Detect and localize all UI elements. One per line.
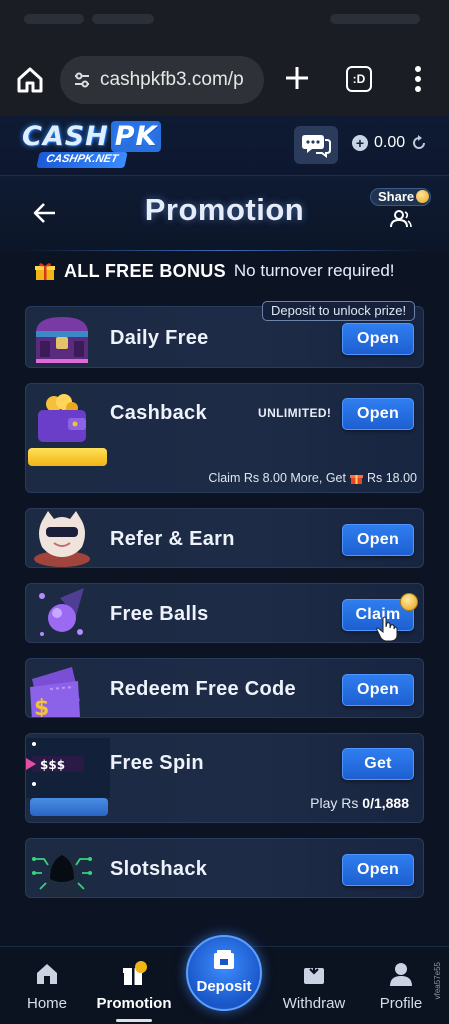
free-bonus-banner: ALL FREE BONUS No turnover required! — [24, 256, 424, 286]
new-tab-icon[interactable] — [283, 64, 311, 92]
unlimited-tag: UNLIMITED! — [258, 406, 332, 420]
play-prefix: Play Rs — [310, 795, 359, 811]
logo-accent: PK — [110, 121, 162, 152]
status-time — [24, 14, 84, 24]
card-label: Refer & Earn — [110, 528, 235, 550]
svg-text:$: $ — [34, 696, 49, 718]
promo-card-free-spin: $$$ Free Spin Get Play Rs 0/1,888 — [25, 733, 424, 823]
coin-icon — [400, 593, 418, 611]
promo-card-daily-free: Daily Free Deposit to unlock prize! Open — [25, 301, 424, 368]
side-watermark: vfea57e55 — [433, 962, 442, 1000]
free-spin-progress-bar — [30, 798, 108, 816]
progress-fill — [28, 448, 107, 466]
profile-icon — [390, 963, 412, 986]
bonus-note: No turnover required! — [233, 261, 395, 280]
promo-card-refer-earn: Refer & Earn Open — [25, 508, 424, 568]
deposit-unlock-tag: Deposit to unlock prize! — [262, 301, 416, 321]
balance-widget: + 0.00 — [352, 134, 427, 152]
free-spin-get-button[interactable]: Get — [342, 748, 414, 780]
nav-promotion[interactable]: Promotion — [94, 961, 174, 1012]
tab-switcher-button[interactable]: :D — [346, 66, 372, 92]
progress-fill — [30, 798, 108, 816]
card-label: Redeem Free Code — [110, 678, 296, 700]
home-icon[interactable] — [14, 64, 46, 96]
address-bar[interactable]: cashpkfb3.com/p — [60, 56, 264, 104]
hand-pointer-icon — [376, 616, 398, 642]
promo-card-free-balls: Free Balls Claim — [25, 583, 424, 643]
card-label: Slotshack — [110, 858, 208, 880]
active-tab-indicator — [116, 1019, 152, 1022]
cat-mascot-icon — [34, 511, 90, 567]
play-progress-text: Play Rs 0/1,888 — [310, 795, 409, 811]
add-funds-icon[interactable]: + — [352, 135, 368, 151]
chat-button[interactable] — [294, 126, 338, 164]
hacker-icon — [32, 849, 92, 897]
claim-note-reward: Rs 18.00 — [366, 471, 417, 485]
cashback-progress-bar — [28, 448, 107, 466]
divider — [24, 250, 424, 251]
nav-home-label: Home — [26, 995, 67, 1012]
ticket-icon: $ — [30, 667, 80, 718]
gift-icon — [123, 961, 147, 985]
bonus-title: ALL FREE BONUS — [64, 260, 226, 281]
slotshack-open-button[interactable]: Open — [342, 854, 414, 886]
chat-bubbles-icon — [302, 135, 331, 158]
nav-profile[interactable]: Profile — [361, 961, 441, 1012]
wallet-coins-icon — [38, 394, 86, 442]
bottom-nav: Home Promotion Deposit Withdraw Profile — [0, 935, 449, 1024]
browser-toolbar: cashpkfb3.com/p :D — [0, 40, 449, 116]
deposit-wallet-icon — [214, 950, 234, 969]
tab-count: :D — [352, 72, 366, 86]
balance-amount: 0.00 — [374, 134, 406, 151]
promo-card-cashback: Cashback UNLIMITED! Open Claim Rs 8.00 M… — [25, 383, 424, 493]
gift-icon — [35, 263, 55, 280]
nav-deposit[interactable]: Deposit — [186, 935, 262, 1011]
refer-earn-open-button[interactable]: Open — [342, 524, 414, 556]
daily-free-open-button[interactable]: Open — [342, 323, 414, 355]
nav-withdraw[interactable]: Withdraw — [274, 961, 354, 1012]
spin-banner-text: $$$ — [40, 758, 65, 772]
logo-domain: CASHPK.NET — [36, 152, 128, 168]
nav-home[interactable]: Home — [7, 961, 87, 1012]
share-button[interactable]: Share — [370, 188, 432, 228]
promo-card-redeem-code: $ Redeem Free Code Open — [25, 658, 424, 718]
status-system-icons — [330, 14, 420, 24]
claim-note-prefix: Claim Rs 8.00 More, Get — [208, 471, 346, 485]
treasure-chest-icon — [36, 317, 88, 363]
nav-promotion-label: Promotion — [96, 995, 172, 1012]
home-icon — [37, 964, 57, 984]
promo-card-slotshack: Slotshack Open — [25, 838, 424, 898]
nav-withdraw-label: Withdraw — [282, 995, 346, 1012]
url-text: cashpkfb3.com/p — [100, 69, 244, 90]
cashpk-logo[interactable]: CASH PK CASHPK.NET — [22, 121, 164, 170]
nav-profile-label: Profile — [379, 995, 423, 1012]
play-value: 0/1,888 — [362, 795, 409, 811]
nav-deposit-label: Deposit — [196, 978, 252, 995]
status-icons — [92, 14, 154, 24]
cashback-open-button[interactable]: Open — [342, 398, 414, 430]
users-icon — [390, 210, 412, 228]
coin-icon — [416, 190, 429, 203]
card-label: Free Spin — [110, 752, 204, 774]
refresh-icon[interactable] — [411, 135, 427, 151]
logo-text: CASH — [22, 121, 109, 152]
gift-icon — [349, 475, 363, 484]
more-menu-icon[interactable] — [410, 64, 426, 94]
withdraw-icon — [304, 963, 324, 984]
card-label: Daily Free — [110, 327, 209, 349]
redeem-code-open-button[interactable]: Open — [342, 674, 414, 706]
card-label: Free Balls — [110, 603, 209, 625]
spin-banner-icon: $$$ — [26, 738, 110, 798]
card-label: Cashback — [110, 402, 207, 424]
ball-icon — [39, 588, 84, 636]
site-info-icon[interactable] — [72, 70, 92, 90]
page-header: Promotion Share — [0, 176, 449, 252]
cashback-claim-note: Claim Rs 8.00 More, Get Rs 18.00 — [208, 471, 417, 485]
status-bar — [0, 0, 449, 40]
site-header: CASH PK CASHPK.NET + 0.00 — [0, 116, 449, 176]
